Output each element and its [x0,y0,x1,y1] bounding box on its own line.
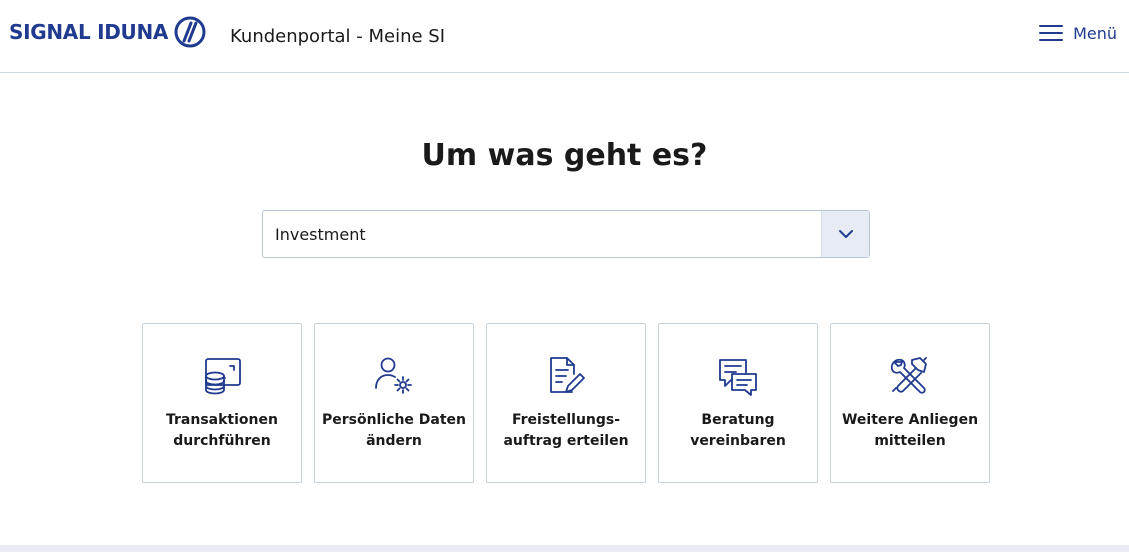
footer-strip [0,545,1129,552]
tile-persoenliche-daten[interactable]: Persönliche Daten ändern [314,323,474,483]
page-headline: Um was geht es? [421,138,708,173]
hamburger-icon [1039,25,1064,41]
logo-mark-icon [174,16,206,48]
tile-label: Freistellungs- auftrag erteilen [503,412,629,449]
menu-button[interactable]: Menü [1039,20,1117,46]
action-tiles: Transaktionen durchführen Persönliche Da… [142,323,990,483]
menu-label: Menü [1073,23,1117,43]
tile-weitere-anliegen[interactable]: Weitere Anliegen mitteilen [830,323,990,483]
user-settings-icon [375,357,412,394]
tile-label: Persönliche Daten ändern [321,412,467,449]
coins-transfer-icon [205,358,241,395]
tile-label: Weitere Anliegen mitteilen [841,412,979,449]
topic-select-value: Investment [275,224,366,244]
tile-transaktionen[interactable]: Transaktionen durchführen [142,323,302,483]
logo-text: SIGNAL IDUNA [9,20,169,44]
portal-title: Kundenportal - Meine SI [230,26,446,47]
tile-label: Transaktionen durchführen [166,412,278,449]
topic-select[interactable]: Investment [262,210,870,258]
tools-icon [890,357,927,394]
tile-label: Beratung vereinbaren [690,412,786,449]
select-arrow-button[interactable] [821,211,869,257]
site-header: SIGNAL IDUNA Kundenportal - Meine SI Men… [0,0,1129,73]
document-edit-icon [550,357,585,393]
tile-beratung[interactable]: Beratung vereinbaren [658,323,818,483]
chat-bubble-icon [719,359,757,396]
signal-iduna-logo[interactable]: SIGNAL IDUNA [9,14,206,50]
tile-freistellungsauftrag[interactable]: Freistellungs- auftrag erteilen [486,323,646,483]
chevron-down-icon [838,230,853,238]
